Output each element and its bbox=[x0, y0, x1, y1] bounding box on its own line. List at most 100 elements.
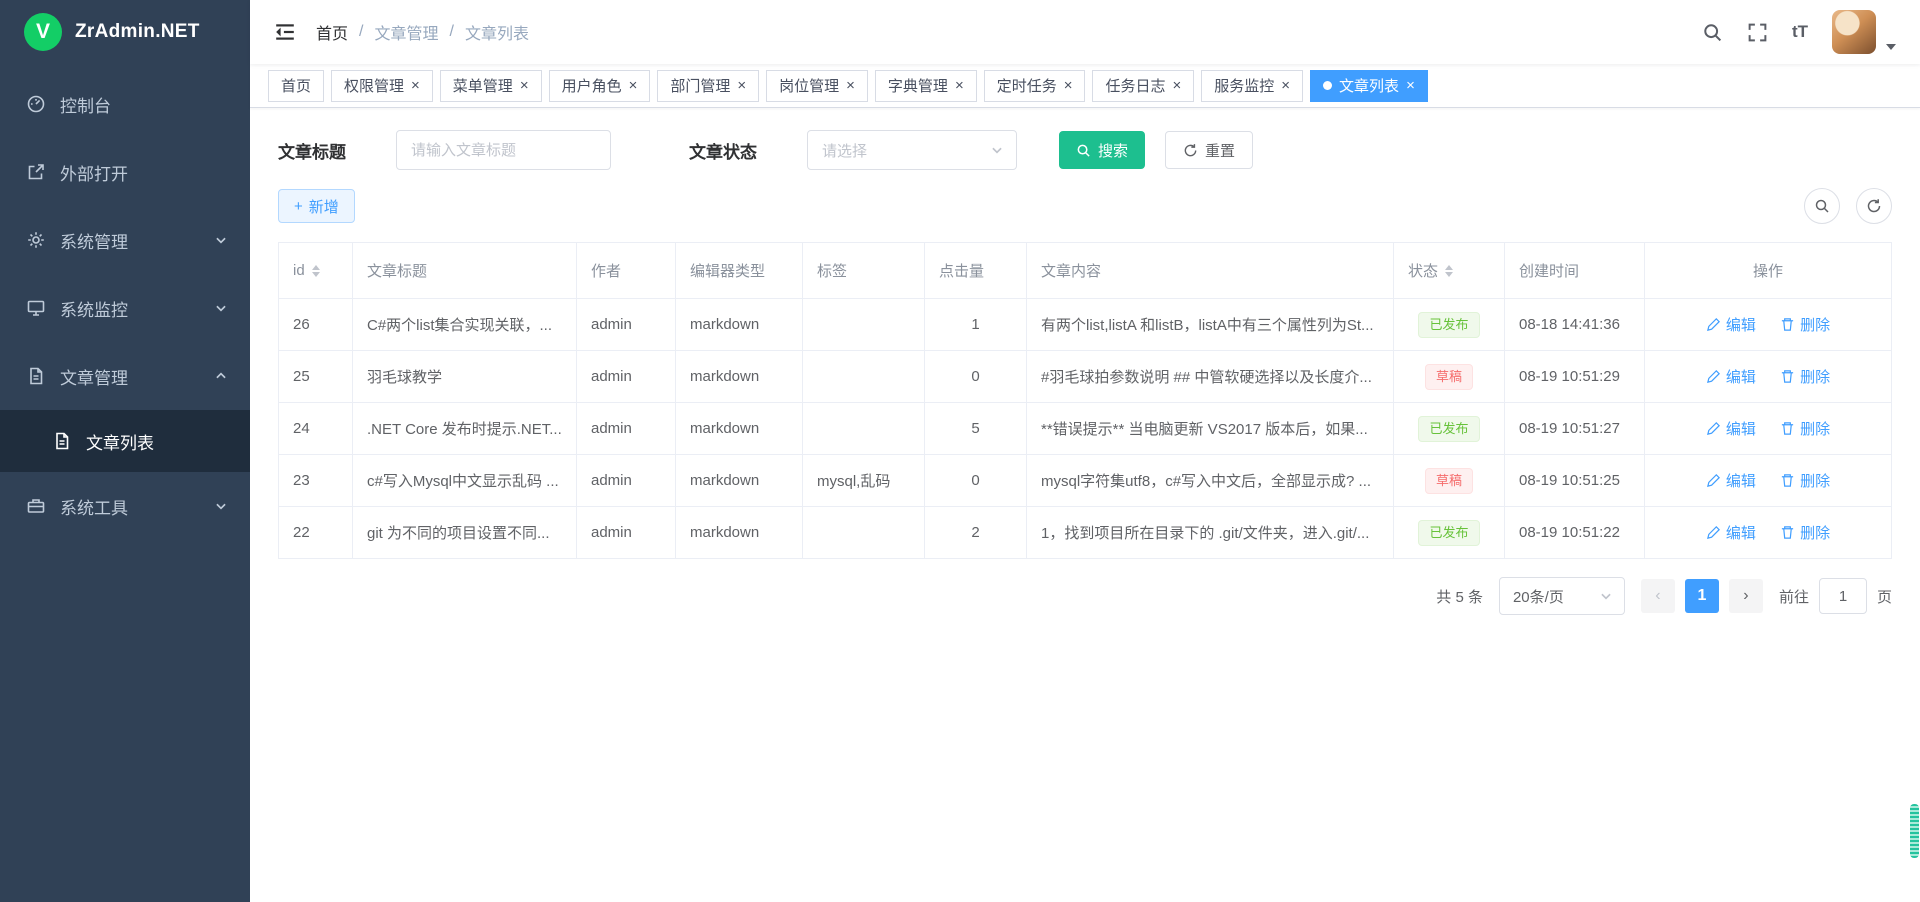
close-icon[interactable]: × bbox=[737, 78, 746, 93]
tab-label: 文章列表 bbox=[1339, 75, 1399, 96]
tab-dictionary[interactable]: 字典管理× bbox=[875, 70, 977, 102]
article-status-select[interactable]: 请选择 bbox=[807, 130, 1017, 170]
close-icon[interactable]: × bbox=[520, 78, 529, 93]
app-root: V ZrAdmin.NET 控制台 外部打开 系统管理 bbox=[0, 0, 1920, 902]
close-icon[interactable]: × bbox=[955, 78, 964, 93]
column-header-content: 文章内容 bbox=[1027, 243, 1394, 299]
tab-scheduled-task[interactable]: 定时任务× bbox=[984, 70, 1086, 102]
cell-content: **错误提示** 当电脑更新 VS2017 版本后，如果... bbox=[1027, 403, 1394, 455]
cell-status: 已发布 bbox=[1394, 299, 1505, 351]
breadcrumb-article-management[interactable]: 文章管理 bbox=[374, 20, 438, 44]
tab-department[interactable]: 部门管理× bbox=[657, 70, 759, 102]
edit-button[interactable]: 编辑 bbox=[1706, 314, 1756, 335]
close-icon[interactable]: × bbox=[411, 78, 420, 93]
user-menu-caret-icon[interactable] bbox=[1886, 44, 1896, 50]
scrollbar-thumb[interactable] bbox=[1910, 804, 1919, 858]
add-button[interactable]: + 新增 bbox=[278, 189, 355, 223]
tab-user-role[interactable]: 用户角色× bbox=[549, 70, 651, 102]
delete-label: 删除 bbox=[1800, 522, 1830, 543]
column-header-author: 作者 bbox=[577, 243, 676, 299]
prev-page-button[interactable]: ‹ bbox=[1641, 579, 1675, 613]
cell-content: 有两个list,listA 和listB，listA中有三个属性列为St... bbox=[1027, 299, 1394, 351]
tab-task-log[interactable]: 任务日志× bbox=[1092, 70, 1194, 102]
cell-actions: 编辑 删除 bbox=[1645, 403, 1892, 455]
delete-button[interactable]: 删除 bbox=[1780, 522, 1830, 543]
chevron-up-icon bbox=[214, 369, 228, 383]
tab-post[interactable]: 岗位管理× bbox=[766, 70, 868, 102]
tab-label: 服务监控 bbox=[1214, 75, 1274, 96]
sidebar-item-article-list[interactable]: 文章列表 bbox=[0, 410, 250, 472]
cell-status: 已发布 bbox=[1394, 403, 1505, 455]
delete-button[interactable]: 删除 bbox=[1780, 418, 1830, 439]
search-icon bbox=[1076, 143, 1091, 158]
article-title-input[interactable] bbox=[396, 130, 611, 170]
column-label: 编辑器类型 bbox=[690, 263, 765, 280]
tab-article-list[interactable]: 文章列表 × bbox=[1310, 70, 1428, 102]
cell-title: git 为不同的项目设置不同... bbox=[353, 507, 577, 559]
page-size-select[interactable]: 20条/页 bbox=[1499, 577, 1625, 615]
sidebar-item-external-open[interactable]: 外部打开 bbox=[0, 138, 250, 206]
goto-page-input[interactable] bbox=[1819, 578, 1867, 614]
edit-button[interactable]: 编辑 bbox=[1706, 522, 1756, 543]
tab-home[interactable]: 首页 bbox=[268, 70, 324, 102]
tab-permission[interactable]: 权限管理× bbox=[331, 70, 433, 102]
goto-label: 前往 bbox=[1779, 586, 1809, 607]
next-page-button[interactable]: › bbox=[1729, 579, 1763, 613]
pager: ‹ 1 › bbox=[1641, 579, 1763, 613]
cell-title: C#两个list集合实现关联，... bbox=[353, 299, 577, 351]
sidebar-item-system-management[interactable]: 系统管理 bbox=[0, 206, 250, 274]
close-icon[interactable]: × bbox=[629, 78, 638, 93]
reset-button[interactable]: 重置 bbox=[1165, 131, 1253, 169]
edit-label: 编辑 bbox=[1726, 522, 1756, 543]
page-number-button[interactable]: 1 bbox=[1685, 579, 1719, 613]
delete-button[interactable]: 删除 bbox=[1780, 366, 1830, 387]
cell-hits: 1 bbox=[925, 299, 1027, 351]
edit-button[interactable]: 编辑 bbox=[1706, 366, 1756, 387]
cell-title: c#写入Mysql中文显示乱码 ... bbox=[353, 455, 577, 507]
sort-icon[interactable] bbox=[312, 265, 320, 277]
collapse-sidebar-icon[interactable] bbox=[274, 21, 296, 43]
table-row: 24 .NET Core 发布时提示.NET... admin markdown… bbox=[279, 403, 1892, 455]
tab-menu-management[interactable]: 菜单管理× bbox=[440, 70, 542, 102]
tags-view-bar: 首页 权限管理× 菜单管理× 用户角色× 部门管理× 岗位管理× 字典管理× 定… bbox=[250, 64, 1920, 108]
toolbox-icon bbox=[26, 496, 46, 516]
font-size-icon[interactable]: tT bbox=[1792, 22, 1808, 42]
sidebar-item-label: 文章管理 bbox=[60, 364, 128, 389]
close-icon[interactable]: × bbox=[1064, 78, 1073, 93]
delete-button[interactable]: 删除 bbox=[1780, 314, 1830, 335]
toggle-search-button[interactable] bbox=[1804, 188, 1840, 224]
avatar[interactable] bbox=[1832, 10, 1876, 54]
close-icon[interactable]: × bbox=[1406, 78, 1415, 93]
edit-button[interactable]: 编辑 bbox=[1706, 470, 1756, 491]
sidebar-item-article-management[interactable]: 文章管理 bbox=[0, 342, 250, 410]
goto-unit-label: 页 bbox=[1877, 586, 1892, 607]
external-link-icon bbox=[26, 162, 46, 182]
search-icon[interactable] bbox=[1702, 22, 1723, 43]
cell-hits: 5 bbox=[925, 403, 1027, 455]
column-label: 文章标题 bbox=[367, 263, 427, 280]
cell-content: #羽毛球拍参数说明 ## 中管软硬选择以及长度介... bbox=[1027, 351, 1394, 403]
search-button[interactable]: 搜索 bbox=[1059, 131, 1145, 169]
cell-created: 08-19 10:51:29 bbox=[1505, 351, 1645, 403]
sort-icon[interactable] bbox=[1445, 265, 1453, 277]
add-button-label: 新增 bbox=[309, 196, 339, 217]
column-label: 作者 bbox=[591, 263, 621, 280]
close-icon[interactable]: × bbox=[1281, 78, 1290, 93]
search-button-label: 搜索 bbox=[1098, 140, 1128, 161]
sidebar-item-dashboard[interactable]: 控制台 bbox=[0, 70, 250, 138]
breadcrumb-home[interactable]: 首页 bbox=[316, 20, 348, 44]
tab-service-monitor[interactable]: 服务监控 × bbox=[1201, 70, 1303, 102]
close-icon[interactable]: × bbox=[1173, 78, 1182, 93]
sidebar-item-system-tools[interactable]: 系统工具 bbox=[0, 472, 250, 540]
refresh-table-button[interactable] bbox=[1856, 188, 1892, 224]
delete-button[interactable]: 删除 bbox=[1780, 470, 1830, 491]
cell-editor: markdown bbox=[676, 455, 803, 507]
fullscreen-icon[interactable] bbox=[1747, 22, 1768, 43]
logo[interactable]: V ZrAdmin.NET bbox=[0, 0, 250, 64]
sidebar-item-system-monitor[interactable]: 系统监控 bbox=[0, 274, 250, 342]
status-badge: 草稿 bbox=[1425, 468, 1473, 494]
table-row: 22 git 为不同的项目设置不同... admin markdown 2 1，… bbox=[279, 507, 1892, 559]
sidebar-submenu-article: 文章列表 bbox=[0, 410, 250, 472]
edit-button[interactable]: 编辑 bbox=[1706, 418, 1756, 439]
close-icon[interactable]: × bbox=[846, 78, 855, 93]
